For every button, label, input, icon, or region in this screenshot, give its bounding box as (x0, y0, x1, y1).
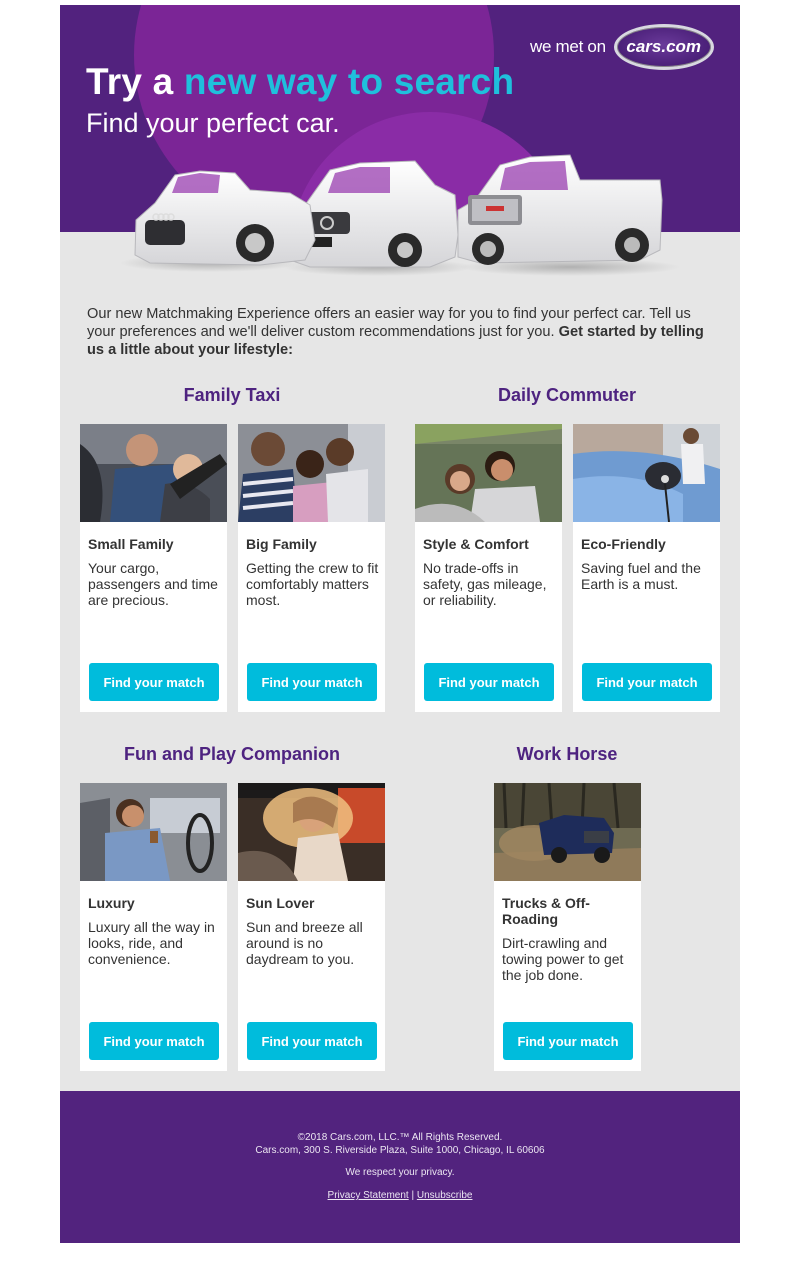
find-match-button-sun-lover[interactable]: Find your match (247, 1022, 377, 1060)
card-description: Dirt-crawling and towing power to get th… (502, 935, 624, 983)
photo-woman-convertible (238, 783, 385, 881)
find-match-button-big-family[interactable]: Find your match (247, 663, 377, 701)
card-trucks-off-roading: Trucks & Off-Roading Dirt-crawling and t… (494, 783, 641, 1071)
card-title: Big Family (246, 536, 317, 552)
card-title: Trucks & Off-Roading (502, 895, 590, 927)
card-image[interactable] (494, 783, 641, 881)
card-title: Luxury (88, 895, 135, 911)
card-luxury: Luxury Luxury all the way in looks, ride… (80, 783, 227, 1071)
card-big-family: Big Family Getting the crew to fit comfo… (238, 424, 385, 712)
find-match-button-trucks-off-roading[interactable]: Find your match (503, 1022, 633, 1060)
hero-banner[interactable]: Try a new way to search Find your perfec… (60, 5, 740, 285)
footer-legal: ©2018 Cars.com, LLC.™ All Rights Reserve… (60, 1131, 740, 1157)
card-sun-lover: Sun Lover Sun and breeze all around is n… (238, 783, 385, 1071)
find-match-button-luxury[interactable]: Find your match (89, 1022, 219, 1060)
card-style-comfort: Style & Comfort No trade-offs in safety,… (415, 424, 562, 712)
photo-ev-charging (573, 424, 720, 522)
card-description: Luxury all the way in looks, ride, and c… (88, 919, 215, 967)
photo-couple-in-car (415, 424, 562, 522)
card-description: No trade-offs in safety, gas mileage, or… (423, 560, 547, 608)
card-title: Sun Lover (246, 895, 315, 911)
find-match-button-eco-friendly[interactable]: Find your match (582, 663, 712, 701)
photo-parent-baby-car-seat (80, 424, 227, 522)
card-description: Sun and breeze all around is no daydream… (246, 919, 363, 967)
section-title-family-taxi: Family Taxi (183, 385, 281, 405)
footer-address: Cars.com, 300 S. Riverside Plaza, Suite … (255, 1145, 545, 1156)
card-image[interactable] (80, 424, 227, 522)
card-title: Eco-Friendly (581, 536, 666, 552)
card-small-family: Small Family Your cargo, passengers and … (80, 424, 227, 712)
audi-convertible (134, 170, 316, 266)
card-title: Small Family (88, 536, 174, 552)
card-image[interactable] (238, 424, 385, 522)
section-title-fun-play: Fun and Play Companion (123, 744, 340, 764)
intro-paragraph: Our new Matchmaking Experience offers an… (87, 305, 717, 359)
privacy-statement-link[interactable]: Privacy Statement (328, 1190, 409, 1201)
find-match-button-small-family[interactable]: Find your match (89, 663, 219, 701)
footer: ©2018 Cars.com, LLC.™ All Rights Reserve… (60, 1091, 740, 1243)
section-title-work-horse: Work Horse (516, 744, 618, 764)
card-title: Style & Comfort (423, 536, 529, 552)
card-eco-friendly: Eco-Friendly Saving fuel and the Earth i… (573, 424, 720, 712)
footer-copyright: ©2018 Cars.com, LLC.™ All Rights Reserve… (297, 1132, 503, 1143)
find-match-button-style-comfort[interactable]: Find your match (424, 663, 554, 701)
card-description: Your cargo, passengers and time are prec… (88, 560, 218, 608)
hero-cars-image (120, 154, 680, 276)
footer-link-separator: | (411, 1190, 415, 1201)
photo-man-driving (80, 783, 227, 881)
card-image[interactable] (415, 424, 562, 522)
volvo-suv (289, 160, 459, 268)
photo-truck-mud (494, 783, 641, 881)
section-title-daily-commuter: Daily Commuter (497, 385, 637, 405)
unsubscribe-link[interactable]: Unsubscribe (417, 1190, 473, 1201)
card-description: Getting the crew to fit comfortably matt… (246, 560, 379, 608)
card-image[interactable] (573, 424, 720, 522)
footer-privacy-note: We respect your privacy. (345, 1167, 455, 1178)
photo-girls-back-seat (238, 424, 385, 522)
card-image[interactable] (238, 783, 385, 881)
card-image[interactable] (80, 783, 227, 881)
email-container: Try a new way to search Find your perfec… (60, 5, 740, 1243)
footer-links: Privacy Statement | Unsubscribe (60, 1190, 740, 1201)
gmc-truck (457, 154, 663, 265)
card-description: Saving fuel and the Earth is a must. (581, 560, 701, 592)
